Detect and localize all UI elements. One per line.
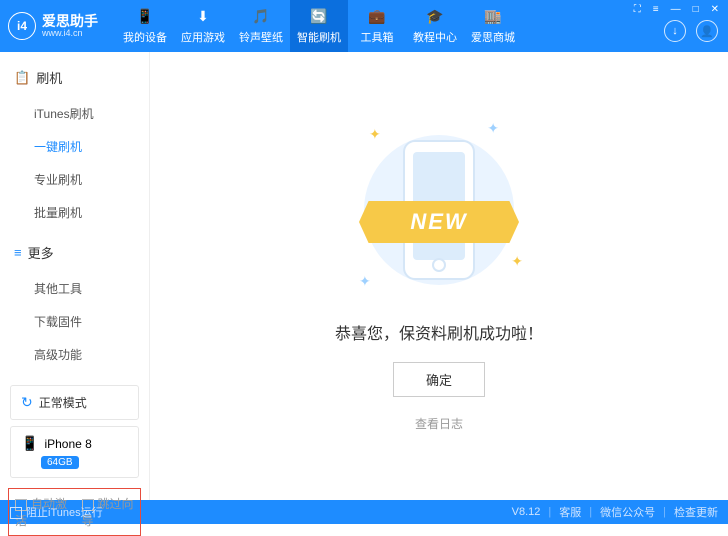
app-logo: i4 爱思助手 www.i4.cn [8,12,98,40]
nav-label: 应用游戏 [181,29,225,45]
window-controls: ⛶ ≡ — □ ✕ [631,2,722,17]
main-content: ✦ ✦ ✦ ✦ NEW 恭喜您，保资料刷机成功啦！ 确定 查看日志 [150,52,728,500]
sidebar-section-title: 📋刷机 [0,62,149,93]
nav-icon: 📱 [136,8,154,26]
sidebar: 📋刷机 iTunes刷机一键刷机专业刷机批量刷机 ≡更多其他工具下载固件高级功能 ↻… [0,52,150,500]
success-illustration: ✦ ✦ ✦ ✦ NEW [339,120,539,300]
check-update-link[interactable]: 检查更新 [674,504,718,520]
nav-label: 工具箱 [361,29,394,45]
block-itunes-checkbox[interactable]: 阻止iTunes运行 [10,504,103,520]
device-info-box[interactable]: 📱 iPhone 8 64GB [10,426,139,478]
sidebar-section-title: ≡更多 [0,237,149,268]
minimize-button[interactable]: — [668,2,684,17]
menu-icon[interactable]: ≡ [650,2,662,17]
nav-5[interactable]: 🎓 教程中心 [406,0,464,52]
sidebar-item[interactable]: iTunes刷机 [0,97,149,130]
storage-badge: 64GB [41,456,79,469]
nav-icon: 🏬 [484,8,502,26]
nav-1[interactable]: ⬇ 应用游戏 [174,0,232,52]
app-name: 爱思助手 [42,14,98,28]
view-log-link[interactable]: 查看日志 [415,415,463,432]
nav-icon: 💼 [368,8,386,26]
nav-6[interactable]: 🏬 爱思商城 [464,0,522,52]
sidebar-item[interactable]: 高级功能 [0,338,149,371]
section-icon: 📋 [14,70,30,86]
header-right-buttons: ↓ 👤 [664,20,718,42]
nav-label: 爱思商城 [471,29,515,45]
sidebar-item[interactable]: 批量刷机 [0,196,149,229]
nav-2[interactable]: 🎵 铃声壁纸 [232,0,290,52]
app-header: i4 爱思助手 www.i4.cn 📱 我的设备 ⬇ 应用游戏 🎵 铃声壁纸 🔄 智能刷机 💼 工… [0,0,728,52]
nav-label: 智能刷机 [297,29,341,45]
nav-icon: 🔄 [310,8,328,26]
nav-0[interactable]: 📱 我的设备 [116,0,174,52]
nav-label: 我的设备 [123,29,167,45]
device-name: iPhone 8 [44,437,91,451]
nav-3[interactable]: 🔄 智能刷机 [290,0,348,52]
phone-icon: 📱 [21,435,38,452]
sidebar-item[interactable]: 专业刷机 [0,163,149,196]
close-button[interactable]: ✕ [708,2,722,17]
nav-label: 铃声壁纸 [239,29,283,45]
sidebar-item[interactable]: 其他工具 [0,272,149,305]
main-nav: 📱 我的设备 ⬇ 应用游戏 🎵 铃声壁纸 🔄 智能刷机 💼 工具箱 🎓 教程中心 🏬 爱思商城 [116,0,522,52]
maximize-button[interactable]: □ [690,2,702,17]
wechat-link[interactable]: 微信公众号 [600,504,655,520]
nav-label: 教程中心 [413,29,457,45]
refresh-icon: ↻ [21,394,33,411]
nav-icon: ⬇ [194,8,212,26]
nav-icon: 🎵 [252,8,270,26]
nav-4[interactable]: 💼 工具箱 [348,0,406,52]
confirm-button[interactable]: 确定 [393,362,485,397]
sidebar-item[interactable]: 一键刷机 [0,130,149,163]
logo-icon: i4 [8,12,36,40]
version-label: V8.12 [512,506,541,518]
sidebar-item[interactable]: 下载固件 [0,305,149,338]
user-button[interactable]: 👤 [696,20,718,42]
mode-label: 正常模式 [39,394,87,411]
gift-icon[interactable]: ⛶ [631,2,644,17]
section-icon: ≡ [14,245,22,260]
device-mode-box[interactable]: ↻ 正常模式 [10,385,139,420]
nav-icon: 🎓 [426,8,444,26]
success-message: 恭喜您，保资料刷机成功啦！ [335,320,543,344]
download-button[interactable]: ↓ [664,20,686,42]
new-ribbon: NEW [359,201,519,243]
support-link[interactable]: 客服 [559,504,581,520]
app-url: www.i4.cn [42,28,98,38]
